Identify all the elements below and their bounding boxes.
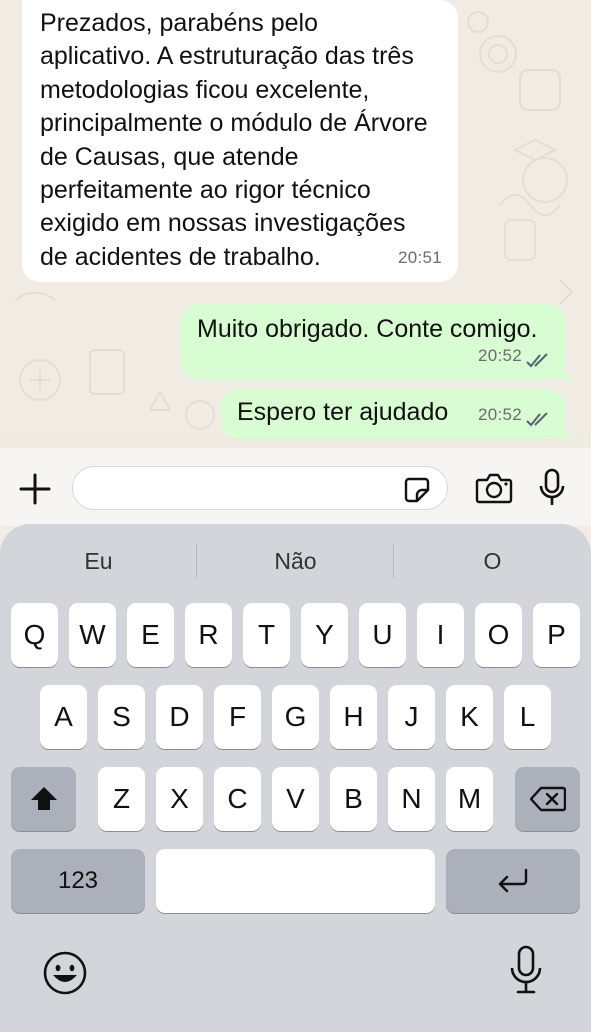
key-s[interactable]: S (98, 685, 145, 749)
key-i[interactable]: I (417, 603, 464, 667)
key-z[interactable]: Z (98, 767, 145, 831)
message-line: metodologias ficou excelente, (40, 75, 370, 104)
suggestion-2[interactable]: Não (197, 548, 394, 576)
message-line: Prezados, parabéns pelo (40, 9, 318, 37)
key-k[interactable]: K (446, 685, 493, 749)
key-w[interactable]: W (69, 603, 116, 667)
message-text: Prezados, parabéns pelo aplicativo. A es… (40, 7, 450, 274)
message-input[interactable] (72, 466, 448, 510)
bubble-tail (558, 421, 576, 439)
outgoing-message[interactable]: Espero ter ajudado 20:52 (221, 389, 576, 439)
dictation-mic-icon[interactable] (508, 944, 544, 996)
shift-key[interactable] (11, 767, 76, 831)
camera-icon[interactable] (475, 472, 513, 504)
suggestion-1[interactable]: Eu (0, 548, 197, 576)
numbers-key[interactable]: 123 (11, 849, 145, 913)
key-g[interactable]: G (272, 685, 319, 749)
key-t[interactable]: T (243, 603, 290, 667)
key-q[interactable]: Q (11, 603, 58, 667)
key-e[interactable]: E (127, 603, 174, 667)
key-h[interactable]: H (330, 685, 377, 749)
return-icon (498, 868, 528, 893)
key-n[interactable]: N (388, 767, 435, 831)
key-y[interactable]: Y (301, 603, 348, 667)
backspace-key[interactable] (515, 767, 580, 831)
keyboard: Eu Não O Q W E R T Y U I O P A S D F G H… (0, 524, 591, 1032)
mic-icon[interactable] (538, 468, 566, 508)
read-ticks-icon (526, 353, 548, 368)
message-line: de Causas, que atende (40, 142, 299, 171)
backspace-icon (529, 786, 566, 812)
key-o[interactable]: O (475, 603, 522, 667)
key-j[interactable]: J (388, 685, 435, 749)
sticker-icon[interactable] (403, 476, 431, 504)
key-u[interactable]: U (359, 603, 406, 667)
message-line: principalmente o módulo de Árvore (40, 109, 428, 138)
message-line: de acidentes de trabalho. (40, 242, 321, 271)
plus-icon[interactable] (18, 472, 52, 506)
key-r[interactable]: R (185, 603, 232, 667)
message-line: aplicativo. A estruturação das três (40, 42, 414, 71)
return-key[interactable] (446, 849, 580, 913)
message-time: 20:51 (397, 247, 442, 267)
space-key[interactable] (156, 849, 435, 913)
message-input-bar (0, 448, 591, 526)
key-b[interactable]: B (330, 767, 377, 831)
read-ticks-icon (526, 412, 548, 427)
message-line: exigido em nossas investigações (40, 209, 406, 238)
key-l[interactable]: L (504, 685, 551, 749)
emoji-icon[interactable] (42, 950, 88, 996)
message-line: perfeitamente ao rigor técnico (40, 176, 371, 205)
outgoing-message[interactable]: Muito obrigado. Conte comigo. 20:52 (181, 304, 576, 380)
chat-area[interactable]: Prezados, parabéns pelo aplicativo. A es… (0, 0, 591, 448)
message-time: 20:52 (477, 404, 522, 424)
bubble-tail (558, 362, 576, 380)
key-a[interactable]: A (40, 685, 87, 749)
incoming-message[interactable]: Prezados, parabéns pelo aplicativo. A es… (22, 0, 458, 282)
key-m[interactable]: M (446, 767, 493, 831)
key-x[interactable]: X (156, 767, 203, 831)
message-text: Espero ter ajudado (237, 398, 449, 426)
key-d[interactable]: D (156, 685, 203, 749)
shift-icon (30, 787, 57, 810)
key-f[interactable]: F (214, 685, 261, 749)
key-v[interactable]: V (272, 767, 319, 831)
message-time: 20:52 (477, 345, 522, 365)
suggestion-3[interactable]: O (394, 548, 591, 576)
key-p[interactable]: P (533, 603, 580, 667)
key-c[interactable]: C (214, 767, 261, 831)
